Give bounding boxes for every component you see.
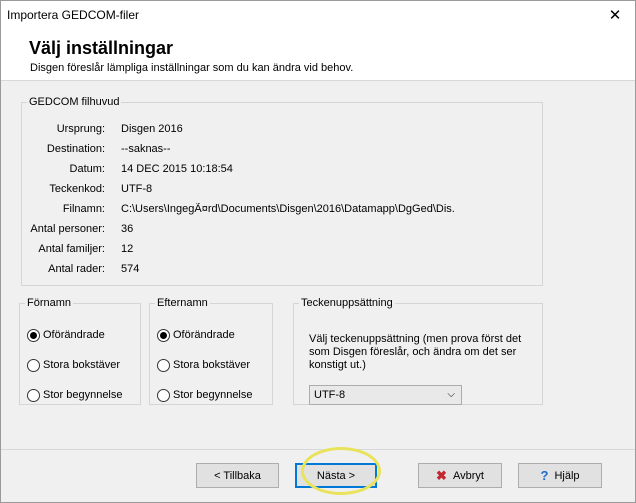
efternamn-radio-label: Stora bokstäver	[173, 359, 251, 371]
close-icon[interactable]: ✕	[595, 1, 635, 29]
gedcom-row-label: Antal personer:	[30, 223, 105, 235]
efternamn-group: Efternamn Oförändrade Stora bokstäver Stor…	[149, 297, 273, 405]
efternamn-radio-2[interactable]: Stora bokstäver	[157, 357, 250, 373]
radio-circle-icon	[157, 388, 170, 402]
gedcom-row: Filnamn: C:\Users\IngegÃ¤rd\Documents\Dis…	[22, 203, 537, 217]
page-subtitle: Disgen föreslår lämpliga inställningar s…	[30, 62, 354, 74]
back-button-label: < Tillbaka	[214, 469, 261, 482]
efternamn-radio-1[interactable]: Oförändrade	[157, 327, 235, 343]
teckenuppsattning-legend: Teckenuppsättning	[301, 297, 393, 309]
teckenuppsattning-group: Teckenuppsättning Välj teckenuppsättning…	[293, 297, 543, 405]
charset-select-value: UTF-8	[314, 389, 346, 401]
page-title: Välj inställningar	[29, 38, 174, 58]
gedcom-row-label: Antal familjer:	[38, 243, 105, 255]
teckenuppsattning-description: Välj teckenuppsättning (men prova först …	[309, 333, 522, 371]
fornamn-radio-1[interactable]: Oförändrade	[27, 327, 105, 343]
fornamn-radio-label: Oförändrade	[43, 329, 105, 341]
gedcom-row-value: Disgen 2016	[121, 123, 183, 135]
back-button[interactable]: < Tillbaka	[196, 463, 279, 488]
radio-circle-icon	[27, 358, 40, 372]
gedcom-row: Destination: --saknas--	[22, 143, 537, 157]
next-button-label: Nästa >	[316, 469, 356, 482]
gedcom-row-value: UTF-8	[121, 183, 153, 195]
gedcom-row-value: 14 DEC 2015 10:18:54	[121, 163, 233, 175]
gedcom-row: Teckenkod: UTF-8	[22, 183, 537, 197]
gedcom-row-value: --saknas--	[121, 143, 171, 155]
import-dialog: Importera GEDCOM-filer ✕ Välj inställnin…	[0, 0, 636, 503]
gedcom-row-value: C:\Users\IngegÃ¤rd\Documents\Disgen\2016…	[121, 203, 455, 215]
help-button-label: Hjälp	[554, 469, 580, 482]
gedcom-row: Antal rader: 574	[22, 263, 537, 277]
fornamn-radio-3[interactable]: Stor begynnelse	[27, 387, 123, 403]
efternamn-radio-label: Oförändrade	[173, 329, 235, 341]
next-button[interactable]: Nästa >	[295, 463, 377, 488]
title-bar: Importera GEDCOM-filer ✕	[1, 1, 635, 29]
gedcom-row-label: Antal rader:	[48, 263, 105, 275]
page-header: Välj inställningar Disgen föreslår lämpl…	[1, 29, 635, 81]
gedcom-header-legend: GEDCOM filhuvud	[29, 96, 120, 108]
radio-circle-icon	[27, 328, 40, 342]
fornamn-legend: Förnamn	[27, 297, 72, 309]
chevron-down-icon: ⌵	[447, 389, 455, 400]
footer-divider	[1, 449, 635, 450]
gedcom-row: Datum: 14 DEC 2015 10:18:54	[22, 163, 537, 177]
gedcom-row: Antal familjer: 12	[22, 243, 537, 257]
question-icon: ?	[540, 468, 549, 483]
gedcom-row-label: Filnamn:	[62, 203, 105, 215]
gedcom-row-label: Ursprung:	[56, 123, 105, 135]
radio-circle-icon	[157, 328, 170, 342]
cancel-button[interactable]: ✖ Avbryt	[418, 463, 502, 488]
fornamn-radio-label: Stora bokstäver	[43, 359, 121, 371]
gedcom-row-label: Datum:	[69, 163, 105, 175]
fornamn-group: Förnamn Oförändrade Stora bokstäver Stor b…	[19, 297, 141, 405]
fornamn-radio-label: Stor begynnelse	[43, 389, 123, 401]
efternamn-radio-label: Stor begynnelse	[173, 389, 253, 401]
gedcom-row: Ursprung: Disgen 2016	[22, 123, 537, 137]
cancel-button-label: Avbryt	[452, 469, 484, 482]
window-title: Importera GEDCOM-filer	[7, 8, 140, 22]
fornamn-radio-2[interactable]: Stora bokstäver	[27, 357, 120, 373]
gedcom-row: Antal personer: 36	[22, 223, 537, 237]
gedcom-row-label: Destination:	[46, 143, 105, 155]
gedcom-header-group: GEDCOM filhuvud Ursprung: Disgen 2016 Dest…	[21, 96, 543, 286]
gedcom-row-value: 36	[121, 223, 134, 235]
radio-circle-icon	[157, 358, 170, 372]
efternamn-legend: Efternamn	[157, 297, 208, 309]
charset-select[interactable]: UTF-8 ⌵	[309, 385, 462, 405]
gedcom-row-value: 574	[121, 263, 140, 275]
gedcom-row-label: Teckenkod:	[49, 183, 105, 195]
help-button[interactable]: ? Hjälp	[518, 463, 602, 488]
x-icon: ✖	[436, 467, 447, 483]
efternamn-radio-3[interactable]: Stor begynnelse	[157, 387, 253, 403]
radio-circle-icon	[27, 388, 40, 402]
gedcom-row-value: 12	[121, 243, 134, 255]
